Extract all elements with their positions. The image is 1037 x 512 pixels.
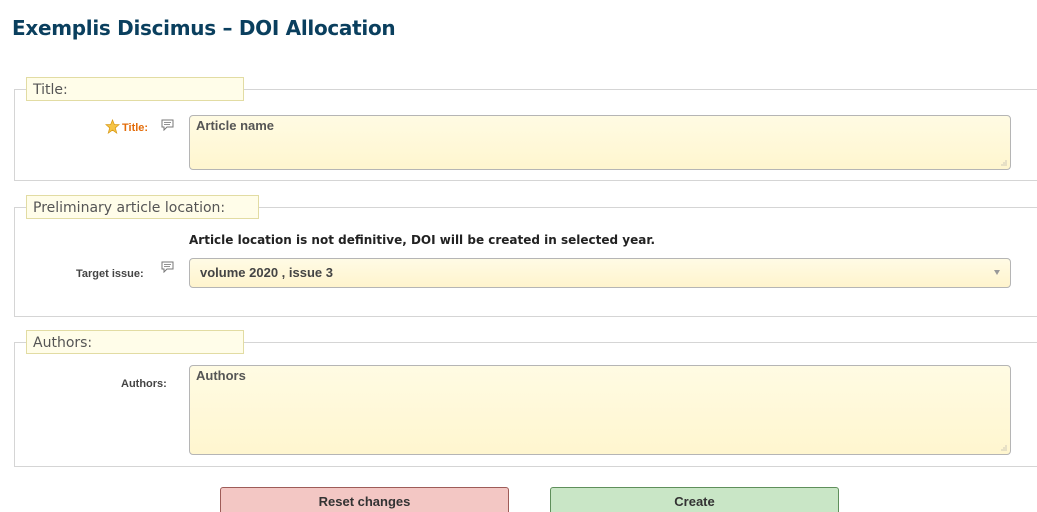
authors-field-label: Authors: bbox=[121, 378, 167, 390]
chevron-down-icon[interactable] bbox=[994, 270, 1000, 275]
authors-section-legend: Authors: bbox=[26, 330, 244, 354]
required-star-icon bbox=[105, 119, 120, 134]
target-issue-selected-value: volume 2020 , issue 3 bbox=[200, 265, 333, 280]
create-button[interactable]: Create bbox=[550, 487, 839, 512]
reset-changes-button[interactable]: Reset changes bbox=[220, 487, 509, 512]
authors-textarea[interactable]: Authors bbox=[189, 365, 1011, 455]
target-issue-help-comment-icon[interactable] bbox=[161, 261, 174, 273]
resize-grip-icon[interactable] bbox=[1000, 444, 1007, 451]
title-textarea[interactable]: Article name bbox=[189, 115, 1011, 170]
page-title: Exemplis Discimus – DOI Allocation bbox=[12, 16, 396, 40]
title-help-comment-icon[interactable] bbox=[161, 119, 174, 131]
target-issue-select[interactable]: volume 2020 , issue 3 bbox=[189, 258, 1011, 288]
title-textarea-value: Article name bbox=[196, 118, 275, 133]
authors-textarea-value: Authors bbox=[196, 368, 246, 383]
title-section-legend: Title: bbox=[26, 77, 244, 101]
target-issue-label: Target issue: bbox=[76, 268, 144, 280]
resize-grip-icon[interactable] bbox=[1000, 159, 1007, 166]
doi-allocation-page: Exemplis Discimus – DOI Allocation Title… bbox=[0, 0, 1037, 512]
title-field-label: Title: bbox=[122, 122, 149, 134]
location-notice: Article location is not definitive, DOI … bbox=[189, 233, 656, 247]
location-section-legend: Preliminary article location: bbox=[26, 195, 259, 219]
